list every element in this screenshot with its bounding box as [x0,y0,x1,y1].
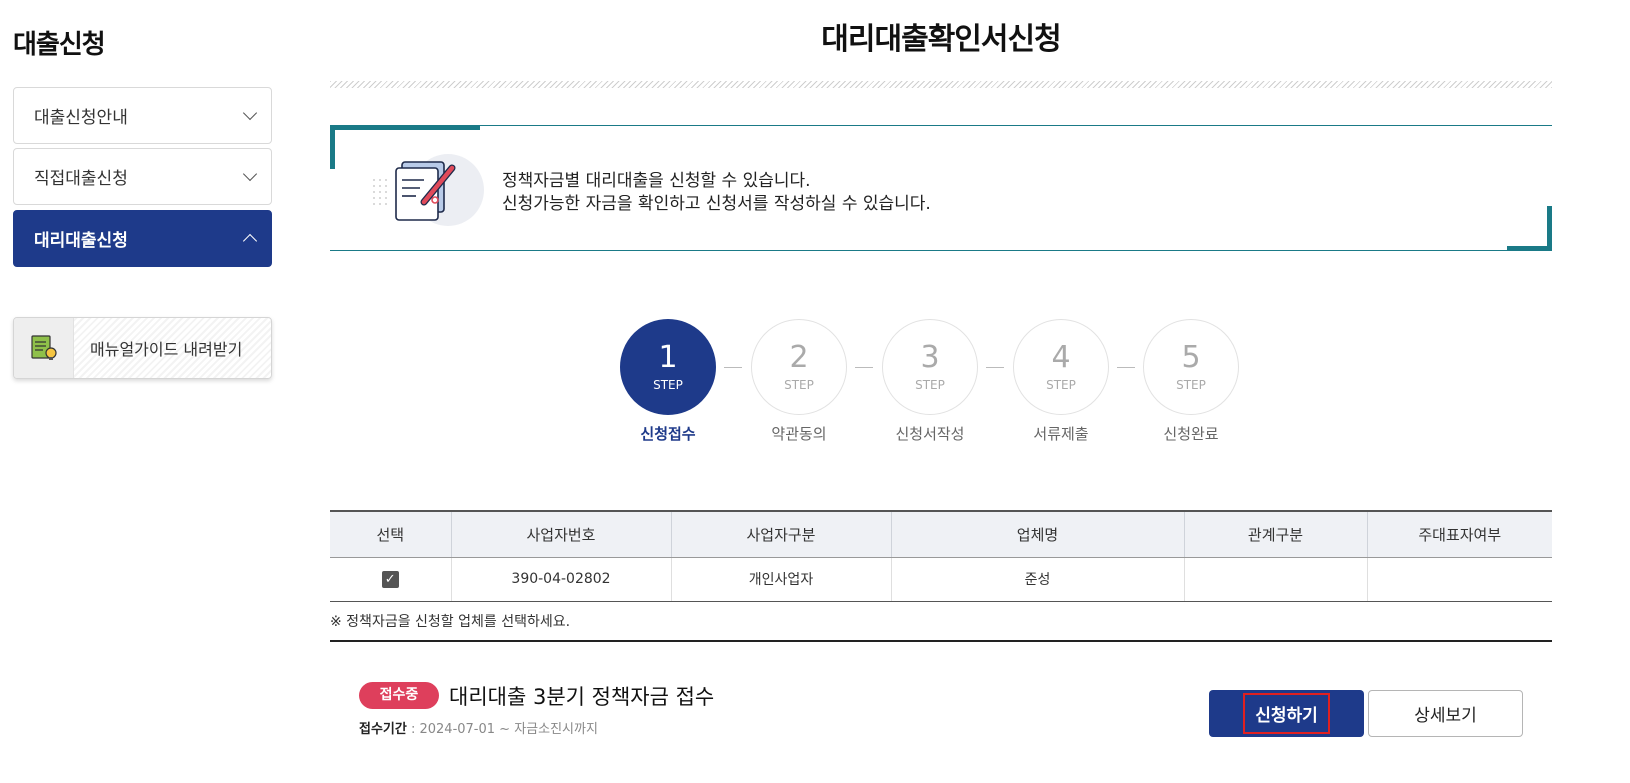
column-header-biz-type: 사업자구분 [670,510,891,558]
apply-button[interactable]: 신청하기 [1209,690,1364,737]
detail-button[interactable]: 상세보기 [1368,690,1523,737]
step-number: 4 [1051,340,1071,375]
step-5: 5 STEP 신청완료 [1143,319,1239,444]
corner-accent [1507,246,1552,251]
biz-type-cell: 개인사업자 [670,557,891,602]
step-3: 3 STEP 신청서작성 [882,319,978,444]
step-separator [1117,367,1135,368]
relation-cell [1183,557,1367,602]
chevron-down-icon [242,105,258,121]
table-header-row: 선택 사업자번호 사업자구분 업체명 관계구분 주대표자여부 [330,510,1552,558]
page-title: 대리대출확인서신청 [821,22,1061,57]
step-unit: STEP [1176,378,1206,392]
period-value: : 2024-07-01 ~ 자금소진시까지 [406,722,598,737]
step-1: 1 STEP 신청접수 [620,319,716,444]
intro-line: 정책자금별 대리대출을 신청할 수 있습니다. [502,171,811,191]
biz-no-cell: 390-04-02802 [450,557,671,602]
table-row: ✓ 390-04-02802 개인사업자 준성 [330,557,1552,602]
column-header-company: 업체명 [890,510,1184,558]
row-checkbox[interactable]: ✓ [381,570,399,588]
manual-guide-icon [30,335,57,360]
application-period: 접수기간 : 2024-07-01 ~ 자금소진시까지 [359,718,598,737]
step-4: 4 STEP 서류제출 [1013,319,1109,444]
step-separator [986,367,1004,368]
intro-box: 정책자금별 대리대출을 신청할 수 있습니다. 신청가능한 자금을 확인하고 신… [330,125,1552,251]
section-divider [330,640,1552,642]
manual-download-label: 매뉴얼가이드 내려받기 [90,340,243,359]
step-indicator: 1 STEP 신청접수 2 STEP 약관동의 3 STEP 신청서작성 4 S… [620,319,1240,449]
step-separator [724,367,742,368]
step-number: 1 [658,340,678,375]
company-cell: 준성 [890,557,1184,602]
step-label: 신청완료 [1163,425,1219,443]
step-unit: STEP [784,378,814,392]
corner-accent [330,125,335,169]
step-number: 5 [1181,340,1201,375]
step-unit: STEP [915,378,945,392]
step-unit: STEP [653,378,683,392]
apply-button-label: 신청하기 [1243,693,1330,734]
step-circle: 1 STEP [620,319,716,415]
step-circle: 3 STEP [882,319,978,415]
step-number: 2 [789,340,809,375]
step-number: 3 [920,340,940,375]
intro-text: 정책자금별 대리대출을 신청할 수 있습니다. 신청가능한 자금을 확인하고 신… [502,170,931,216]
column-header-main-rep: 주대표자여부 [1366,510,1552,558]
main-rep-cell [1366,557,1552,602]
document-pen-icon [373,154,484,226]
sidebar-item-label: 대리대출신청 [34,231,128,251]
step-label: 약관동의 [771,425,827,443]
sidebar-item-proxy-loan[interactable]: 대리대출신청 [13,210,272,267]
step-separator [855,367,873,368]
title-divider [330,81,1552,88]
period-label: 접수기간 [359,722,407,737]
step-circle: 4 STEP [1013,319,1109,415]
step-unit: STEP [1046,378,1076,392]
status-badge: 접수중 [359,682,439,709]
sidebar-item-label: 직접대출신청 [34,169,128,189]
select-cell: ✓ [330,557,451,602]
column-header-relation: 관계구분 [1183,510,1367,558]
intro-line: 신청가능한 자금을 확인하고 신청서를 작성하실 수 있습니다. [502,194,931,214]
corner-accent [1547,206,1552,251]
step-2: 2 STEP 약관동의 [751,319,847,444]
chevron-up-icon [242,233,258,249]
step-label: 서류제출 [1033,425,1089,443]
manual-download-button[interactable]: 매뉴얼가이드 내려받기 [13,317,272,379]
step-label: 신청접수 [640,425,696,443]
chevron-down-icon [242,166,258,182]
sidebar-item-loan-guide[interactable]: 대출신청안내 [13,87,272,144]
step-label: 신청서작성 [895,425,965,443]
column-header-biz-no: 사업자번호 [450,510,671,558]
step-circle: 2 STEP [751,319,847,415]
sidebar-item-label: 대출신청안내 [34,108,128,128]
column-header-select: 선택 [330,510,451,558]
sidebar-title: 대출신청 [13,30,106,60]
corner-accent [330,125,480,130]
manual-icon-box [14,318,74,378]
select-note: ※ 정책자금을 신청할 업체를 선택하세요. [330,614,571,630]
company-table: 선택 사업자번호 사업자구분 업체명 관계구분 주대표자여부 ✓ 390-04-… [330,510,1552,602]
sidebar-item-direct-loan[interactable]: 직접대출신청 [13,148,272,205]
fund-title: 대리대출 3분기 정책자금 접수 [449,685,715,709]
step-circle: 5 STEP [1143,319,1239,415]
